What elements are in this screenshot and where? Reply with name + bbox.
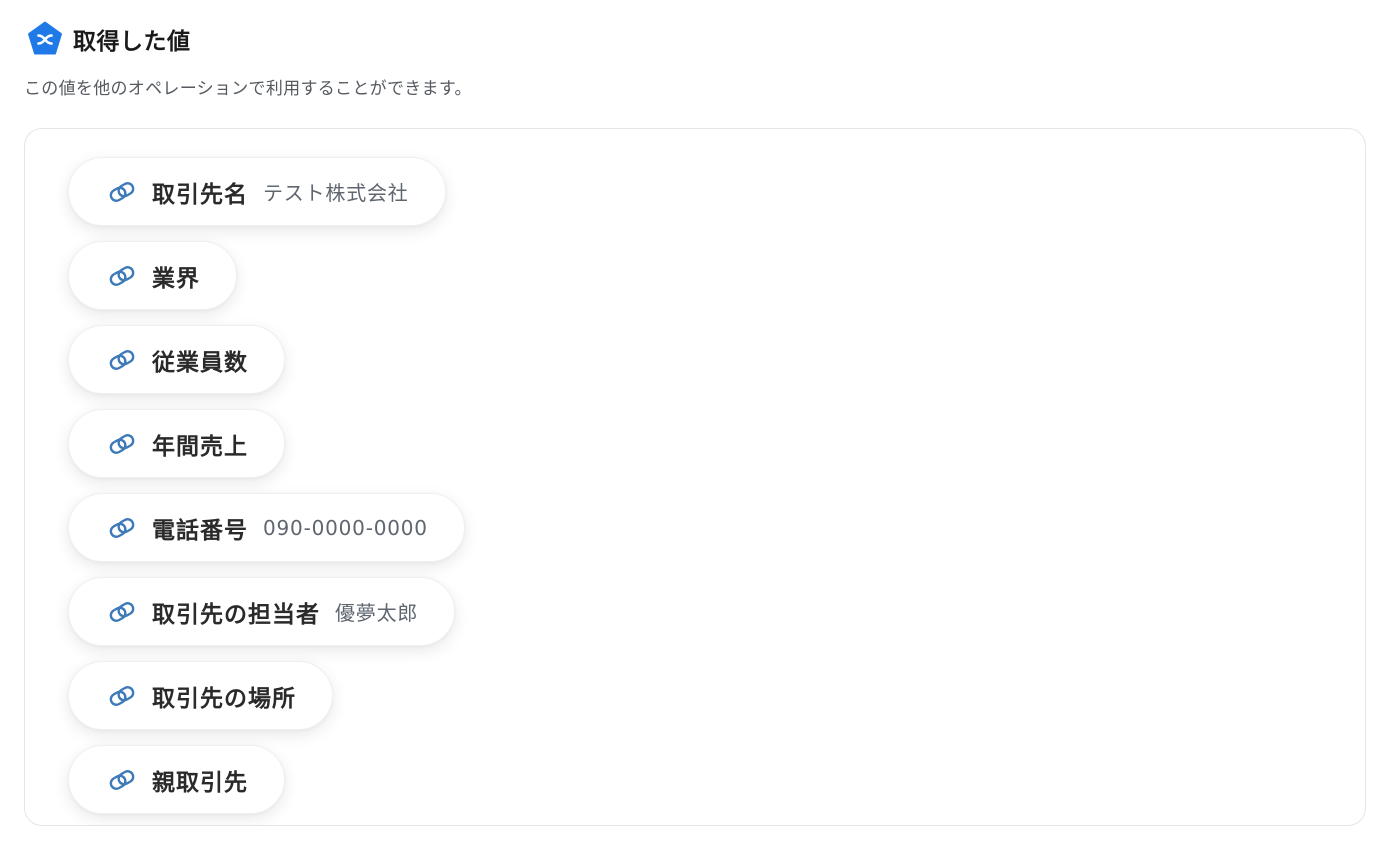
section-description: この値を他のオペレーションで利用することができます。	[24, 79, 472, 99]
value-chip-4[interactable]: 年間売上	[68, 409, 285, 478]
chip-value: テスト株式会社	[263, 181, 409, 205]
chip-value: 優夢太郎	[335, 601, 419, 625]
value-chip-3[interactable]: 従業員数	[68, 325, 285, 394]
chip-label: 取引先名	[152, 181, 248, 208]
section-title: 取得した値	[73, 29, 191, 55]
value-chip-6[interactable]: 取引先の担当者 優夢太郎	[68, 577, 456, 646]
chip-label: 従業員数	[152, 349, 248, 376]
link-icon	[107, 765, 137, 795]
section-header: 取得した値	[26, 20, 191, 58]
value-chip-8[interactable]: 親取引先	[68, 745, 285, 814]
value-chip-7[interactable]: 取引先の場所	[68, 661, 333, 730]
link-icon	[107, 513, 137, 543]
chip-label: 取引先の担当者	[152, 601, 320, 628]
chip-label: 年間売上	[152, 433, 248, 460]
chip-label: 取引先の場所	[152, 685, 296, 712]
value-chip-5[interactable]: 電話番号 090-0000-0000	[68, 493, 465, 562]
yoom-logo-icon	[26, 20, 64, 58]
link-icon	[107, 177, 137, 207]
chip-label: 電話番号	[152, 517, 248, 544]
value-chip-list: 取引先名 テスト株式会社 業界 従業員数 年間売上 電話番号 090-0000-…	[68, 157, 465, 814]
chip-label: 親取引先	[152, 769, 248, 796]
link-icon	[107, 261, 137, 291]
chip-value: 090-0000-0000	[263, 515, 428, 540]
value-chip-1[interactable]: 取引先名 テスト株式会社	[68, 157, 446, 226]
link-icon	[107, 597, 137, 627]
value-chip-2[interactable]: 業界	[68, 241, 237, 310]
link-icon	[107, 345, 137, 375]
values-panel: 取引先名 テスト株式会社 業界 従業員数 年間売上 電話番号 090-0000-…	[24, 128, 1366, 826]
link-icon	[107, 681, 137, 711]
chip-label: 業界	[152, 265, 200, 292]
link-icon	[107, 429, 137, 459]
